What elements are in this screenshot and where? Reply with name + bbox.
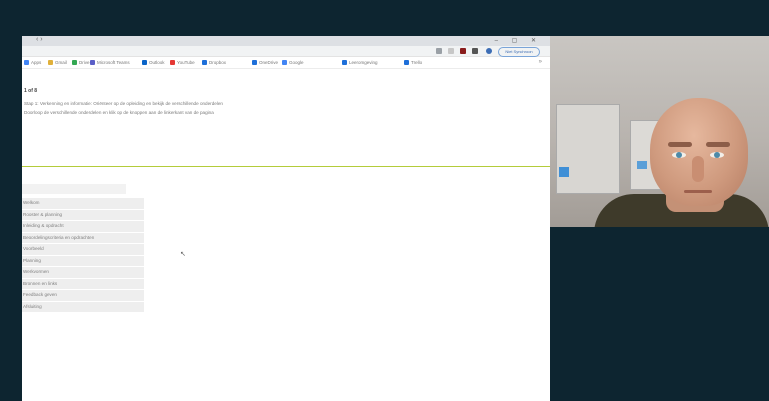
bookmark-label: OneDrive xyxy=(259,60,279,65)
bookmark-favicon-icon xyxy=(202,60,207,65)
menu-item[interactable]: Welkom xyxy=(22,198,144,209)
page-title: 1 of 8 xyxy=(24,88,38,94)
bookmark-label: Outlook xyxy=(149,60,165,65)
bookmark-label: Microsoft Teams xyxy=(97,60,130,65)
menu-item[interactable]: Voorbeeld xyxy=(22,244,144,255)
window-controls[interactable]: – ▢ ✕ xyxy=(495,37,542,44)
menu-item[interactable]: Afsluiting xyxy=(22,301,144,312)
bookmark-favicon-icon xyxy=(90,60,95,65)
extension-icon[interactable] xyxy=(472,48,478,54)
bookmark-label: Drive xyxy=(79,60,90,65)
side-menu: Welkom Rooster & planning Inleiding & opdr… xyxy=(22,198,144,313)
wall-poster xyxy=(556,104,620,194)
bookmark-favicon-icon xyxy=(282,60,287,65)
more-bookmarks-icon[interactable]: » xyxy=(539,59,542,65)
bookmark-favicon-icon xyxy=(142,60,147,65)
extension-icon[interactable] xyxy=(436,48,442,54)
bookmark-label: Leeromgeving xyxy=(349,60,378,65)
bookmark-label: Google xyxy=(289,60,304,65)
bookmark-favicon-icon xyxy=(170,60,175,65)
bookmark-item[interactable]: Trello xyxy=(404,60,422,65)
bookmark-item[interactable]: Gmail xyxy=(48,60,67,65)
toolbar: Niet Synchroon xyxy=(22,46,550,57)
bookmark-item[interactable]: Leeromgeving xyxy=(342,60,378,65)
bookmark-item[interactable]: YouTube xyxy=(170,60,195,65)
menu-item[interactable]: Inleiding & opdracht xyxy=(22,221,144,232)
webcam-overlay xyxy=(550,36,769,227)
avatar[interactable] xyxy=(486,48,492,54)
bookmarks-bar: » Apps Gmail Drive Microsoft Teams Outlook Yo… xyxy=(22,57,550,69)
bookmark-item[interactable]: Drive xyxy=(72,60,90,65)
bookmark-favicon-icon xyxy=(24,60,29,65)
menu-item[interactable]: Rooster & planning xyxy=(22,209,144,220)
tab-nav-icons[interactable]: ‹ › xyxy=(36,36,43,43)
menu-item[interactable]: Bronnen en links xyxy=(22,278,144,289)
bookmark-item[interactable]: Microsoft Teams xyxy=(90,60,130,65)
bookmark-label: Trello xyxy=(411,60,423,65)
mouse-cursor-icon: ↖ xyxy=(180,251,186,258)
bookmark-item[interactable]: Outlook xyxy=(142,60,165,65)
bookmark-label: Gmail xyxy=(55,60,67,65)
bookmark-favicon-icon xyxy=(404,60,409,65)
bookmark-label: Apps xyxy=(31,60,42,65)
bookmark-favicon-icon xyxy=(252,60,257,65)
bookmark-item[interactable]: Dropbox xyxy=(202,60,226,65)
bookmark-favicon-icon xyxy=(48,60,53,65)
menu-item[interactable]: Feedback geven xyxy=(22,290,144,301)
page-description: Stap 1: Verkenning en informatie: Oriënt… xyxy=(24,101,223,106)
bookmark-item[interactable]: OneDrive xyxy=(252,60,278,65)
bookmark-item[interactable]: Apps xyxy=(24,60,41,65)
bookmark-favicon-icon xyxy=(72,60,77,65)
bookmark-favicon-icon xyxy=(342,60,347,65)
profile-sync-button[interactable]: Niet Synchroon xyxy=(498,47,540,57)
menu-item[interactable]: Werkvormen xyxy=(22,267,144,278)
menu-item[interactable]: Beoordelingscriteria en opdrachten xyxy=(22,232,144,243)
page-content: 1 of 8 Stap 1: Verkenning en informatie:… xyxy=(22,70,550,401)
tab-strip: ‹ › – ▢ ✕ xyxy=(22,36,550,46)
presenter-head xyxy=(650,98,748,206)
browser-window: ‹ › – ▢ ✕ Niet Synchroon » Apps Gmail Driv… xyxy=(22,36,550,401)
bookmark-item[interactable]: Google xyxy=(282,60,304,65)
divider xyxy=(22,166,550,167)
menu-header xyxy=(22,184,126,194)
extension-icon[interactable] xyxy=(460,48,466,54)
menu-item[interactable]: Planning xyxy=(22,255,144,266)
page-description: Doorloop de verschillende onderdelen en … xyxy=(24,110,214,115)
bookmark-label: Dropbox xyxy=(209,60,227,65)
extension-icon[interactable] xyxy=(448,48,454,54)
bookmark-label: YouTube xyxy=(177,60,195,65)
